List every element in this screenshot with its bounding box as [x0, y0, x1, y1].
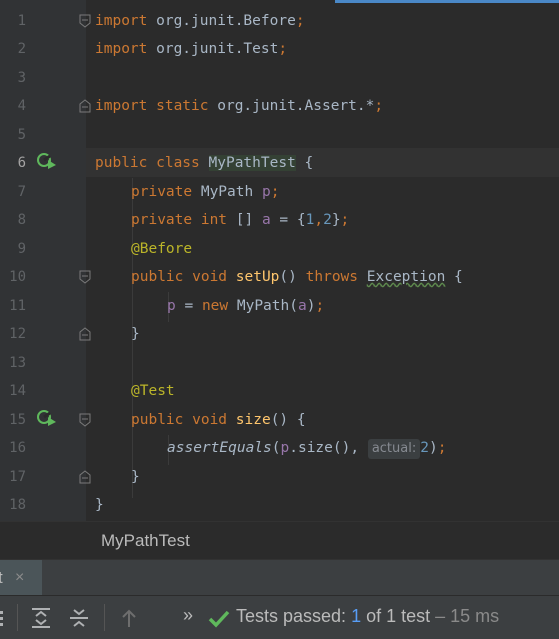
line-number: 11 [9, 298, 26, 314]
line-number: 15 [9, 412, 26, 428]
line-number: 4 [17, 98, 26, 114]
code-line[interactable]: private int [] a = {1,2}; [131, 206, 349, 234]
line-number: 10 [9, 269, 26, 285]
code-line[interactable]: import org.junit.Before; [95, 7, 305, 35]
run-test-method-icon[interactable] [36, 408, 58, 428]
line-number: 6 [17, 155, 26, 171]
previous-failed-test-icon[interactable] [117, 606, 141, 630]
fold-end-icon[interactable] [79, 470, 91, 484]
line-number: 17 [9, 469, 26, 485]
toolbar-separator [17, 604, 18, 631]
line-number: 3 [17, 70, 26, 86]
code-line[interactable]: } [131, 320, 140, 348]
fold-end-icon[interactable] [79, 327, 91, 341]
line-number: 9 [17, 241, 26, 257]
more-actions-icon[interactable]: » [183, 605, 193, 626]
collapse-all-icon[interactable] [67, 606, 91, 630]
run-toolbar: » Tests passed: 1 of 1 test – 15 ms [0, 595, 559, 639]
editor-gutter: 1 2 3 4 5 6 7 8 9 10 11 12 13 14 15 16 1… [0, 0, 91, 521]
fold-start-icon[interactable] [79, 14, 91, 28]
code-line[interactable]: @Test [131, 377, 175, 405]
code-line[interactable]: import static org.junit.Assert.*; [95, 92, 383, 120]
line-number: 12 [9, 326, 26, 342]
code-line[interactable]: import org.junit.Test; [95, 35, 287, 63]
fold-end-icon[interactable] [79, 99, 91, 113]
code-line[interactable]: public void setUp() throws Exception { [131, 263, 463, 291]
parameter-hint: actual: [367, 439, 421, 459]
code-line[interactable]: public void size() { [131, 406, 306, 434]
run-tab[interactable]: t × [0, 560, 42, 596]
unresolved-exception-warning: Exception [366, 269, 446, 285]
line-number: 5 [17, 127, 26, 143]
test-status: Tests passed: 1 of 1 test – 15 ms [236, 606, 500, 626]
expand-all-icon[interactable] [29, 606, 53, 630]
code-line[interactable]: private MyPath p; [131, 178, 279, 206]
code-line[interactable]: p = new MyPath(a); [167, 292, 324, 320]
line-number: 13 [9, 355, 26, 371]
code-line[interactable]: } [131, 463, 140, 491]
fold-start-icon[interactable] [79, 270, 91, 284]
fold-start-icon[interactable] [79, 413, 91, 427]
line-number: 7 [17, 184, 26, 200]
check-icon [208, 610, 230, 628]
close-icon[interactable]: × [15, 560, 24, 596]
code-line[interactable]: assertEquals(p.size(), actual: 2); [167, 434, 446, 462]
code-line[interactable]: @Before [131, 235, 192, 263]
menu-icon[interactable] [0, 606, 16, 630]
breadcrumb[interactable]: MyPathTest [101, 531, 190, 551]
line-number: 18 [9, 497, 26, 513]
run-test-class-icon[interactable] [36, 151, 58, 171]
line-number: 2 [17, 41, 26, 57]
editor-tab-indicator [335, 0, 559, 3]
run-tab-label: t [0, 568, 3, 587]
line-number: 8 [17, 212, 26, 228]
line-number: 14 [9, 383, 26, 399]
toolbar-separator [104, 604, 105, 631]
run-tab-bar: t × [0, 559, 559, 596]
code-editor[interactable]: 1 2 3 4 5 6 7 8 9 10 11 12 13 14 15 16 1… [0, 0, 559, 521]
line-number: 16 [9, 440, 26, 456]
code-line[interactable]: public class MyPathTest { [95, 149, 313, 177]
line-number: 1 [17, 13, 26, 29]
code-line[interactable]: } [95, 491, 104, 519]
breadcrumb-bar: MyPathTest [0, 521, 559, 560]
